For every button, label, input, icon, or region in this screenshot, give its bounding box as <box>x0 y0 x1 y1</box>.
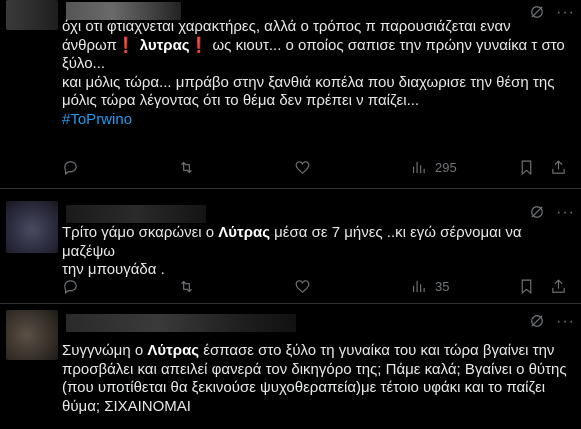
author-name-blurred[interactable] <box>66 205 206 223</box>
views-button[interactable]: 295 <box>410 157 457 177</box>
share-button[interactable] <box>550 157 567 177</box>
grok-icon[interactable] <box>528 312 546 330</box>
retweet-button[interactable] <box>178 157 195 177</box>
timeline: ··· όχι οτι φτιαχνεται χαρακτήρες, αλλά … <box>0 0 581 429</box>
reply-icon <box>64 279 77 294</box>
retweet-icon <box>181 280 192 292</box>
grok-icon[interactable] <box>528 203 546 221</box>
heart-icon <box>295 279 310 293</box>
reply-icon <box>64 160 77 175</box>
bookmark-button[interactable] <box>518 157 535 177</box>
retweet-icon <box>181 161 192 173</box>
like-button[interactable] <box>294 276 311 296</box>
bookmark-icon <box>521 160 532 175</box>
bookmark-icon <box>521 279 532 294</box>
share-icon <box>552 159 565 174</box>
heart-icon <box>295 160 310 174</box>
tweet-3[interactable]: ··· Συγγνώμη ο Λύτρας έσπασε στο ξύλο τη… <box>0 304 581 429</box>
like-button[interactable] <box>294 157 311 177</box>
author-name-blurred[interactable] <box>66 314 296 332</box>
hashtag-link[interactable]: #ToPrwino <box>62 111 132 128</box>
avatar-blurred[interactable] <box>6 0 58 30</box>
bookmark-button[interactable] <box>518 276 535 296</box>
views-chart-icon <box>412 161 425 173</box>
tweet-text: Τρίτο γάμο σκαρώνει ο Λύτρας μέσα σε 7 μ… <box>62 224 526 278</box>
tweet-2[interactable]: ··· Τρίτο γάμο σκαρώνει ο Λύτρας μέσα σε… <box>0 189 581 304</box>
views-count: 295 <box>435 159 457 175</box>
views-button[interactable]: 35 <box>410 276 449 296</box>
tweet-text: Συγγνώμη ο Λύτρας έσπασε στο ξύλο τη γυν… <box>62 342 567 415</box>
more-options-icon[interactable]: ··· <box>556 205 574 225</box>
views-chart-icon <box>412 280 425 292</box>
avatar-blurred[interactable] <box>6 310 58 360</box>
tweet-1[interactable]: ··· όχι οτι φτιαχνεται χαρακτήρες, αλλά … <box>0 0 581 189</box>
tweet-text: όχι οτι φτιαχνεται χαρακτήρες, αλλά ο τρ… <box>62 18 565 128</box>
avatar-blurred[interactable] <box>6 201 58 253</box>
reply-button[interactable] <box>62 276 79 296</box>
tweet-actions: 295 <box>62 157 567 177</box>
tweet-actions: 35 <box>62 276 567 296</box>
share-button[interactable] <box>550 276 567 296</box>
reply-button[interactable] <box>62 157 79 177</box>
more-options-icon[interactable]: ··· <box>556 314 574 334</box>
share-icon <box>552 278 565 293</box>
retweet-button[interactable] <box>178 276 195 296</box>
views-count: 35 <box>435 278 450 294</box>
